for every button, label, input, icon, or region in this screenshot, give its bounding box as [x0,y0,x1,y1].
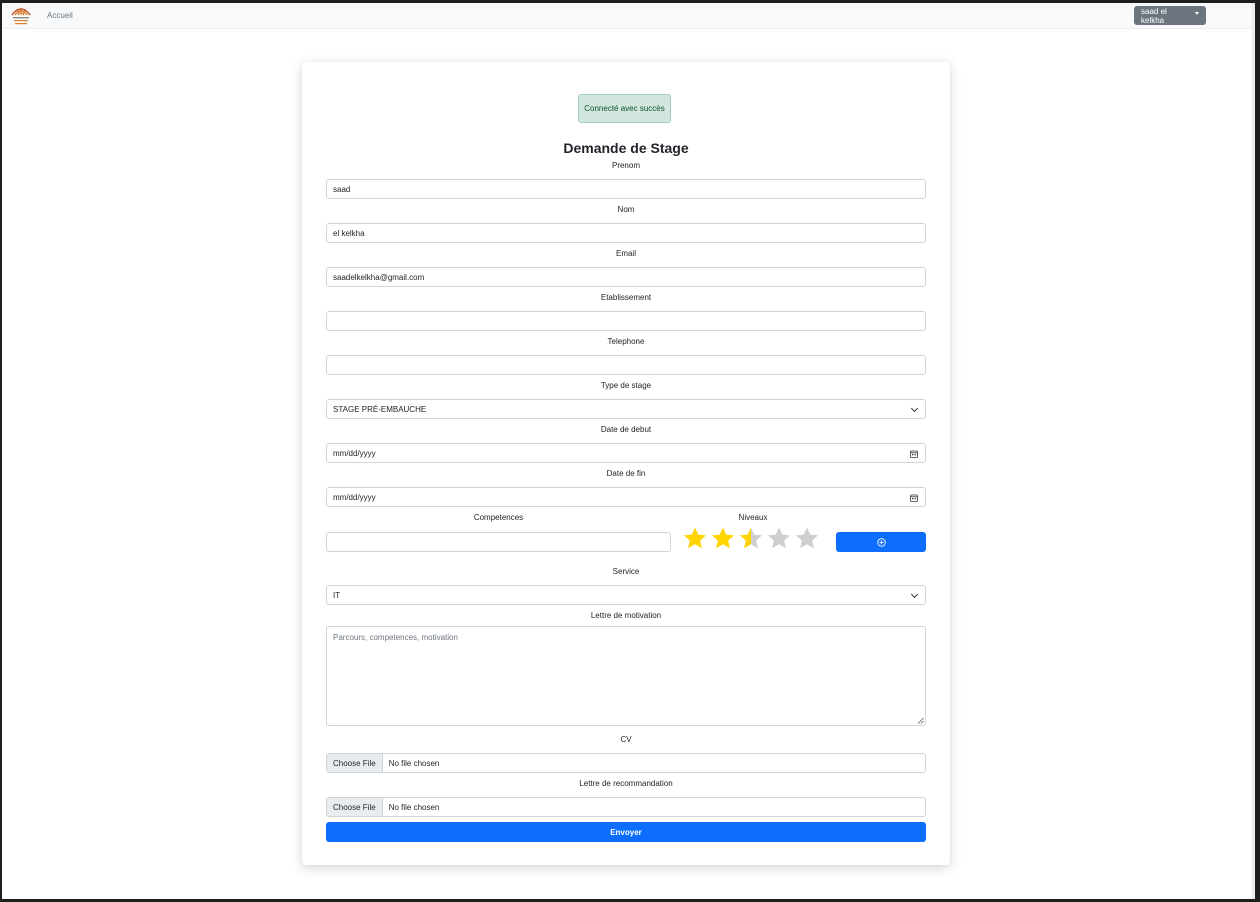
add-competence-button[interactable] [836,532,926,552]
calendar-icon[interactable] [910,494,918,502]
user-menu-label: saad el kelkha [1141,6,1167,25]
nav-link-accueil[interactable]: Accueil [47,11,73,20]
prenom-label: Prenom [611,161,640,170]
star-icon[interactable] [682,526,708,552]
niveaux-label: Niveaux [738,513,768,522]
date-debut-label: Date de debut [600,425,652,434]
nom-input[interactable]: el kelkha [326,223,926,243]
user-menu-button[interactable]: saad el kelkha [1134,6,1206,25]
lettre-motivation-placeholder: Parcours, competences, motivation [333,633,458,642]
nom-label: Nom [617,205,635,214]
star-icon[interactable] [794,526,820,552]
cv-label: CV [620,735,632,744]
type-stage-select[interactable]: STAGE PRÉ-EMBAUCHE [326,399,926,419]
telephone-label: Telephone [607,337,645,346]
browser-viewport: Accueil saad el kelkha Connecté avec suc… [2,3,1255,899]
date-debut-placeholder: mm/dd/yyyy [333,448,376,458]
success-alert-text: Connecté avec succès [584,104,665,113]
lettre-recommandation-label: Lettre de recommandation [579,779,673,788]
cv-file-status: No file chosen [388,758,440,768]
date-fin-placeholder: mm/dd/yyyy [333,492,376,502]
prenom-input[interactable]: saad [326,179,926,199]
navbar: Accueil saad el kelkha [2,3,1255,29]
lettre-motivation-label: Lettre de motivation [590,611,662,620]
star-icon[interactable] [710,526,736,552]
success-alert: Connecté avec succès [578,94,671,123]
service-select[interactable]: IT [326,585,926,605]
email-label: Email [615,249,636,258]
cv-file-input[interactable]: Choose File No file chosen [326,753,926,773]
telephone-input[interactable] [326,355,926,375]
company-logo[interactable] [10,4,32,28]
email-input[interactable]: saadelkelkha@gmail.com [326,267,926,287]
cv-choose-file-button[interactable]: Choose File [327,754,383,772]
service-label: Service [612,567,640,576]
star-icon[interactable] [766,526,792,552]
chevron-down-icon [910,590,919,599]
type-stage-label: Type de stage [600,381,652,390]
email-value: saadelkelkha@gmail.com [333,272,425,282]
chevron-down-icon [910,404,919,413]
niveau-star-rating[interactable] [682,526,820,552]
etablissement-label: Etablissement [600,293,652,302]
nom-value: el kelkha [333,228,365,238]
date-debut-input[interactable]: mm/dd/yyyy [326,443,926,463]
lettre-recommandation-file-input[interactable]: Choose File No file chosen [326,797,926,817]
lettre-motivation-textarea[interactable]: Parcours, competences, motivation [326,626,926,726]
page-title: Demande de Stage [563,140,689,156]
calendar-icon[interactable] [910,450,918,458]
type-stage-selected: STAGE PRÉ-EMBAUCHE [333,404,427,414]
prenom-value: saad [333,184,351,194]
date-fin-label: Date de fin [606,469,646,478]
plus-circle-icon [876,537,886,547]
service-selected: IT [333,590,341,600]
lettre-recommandation-file-status: No file chosen [388,802,440,812]
etablissement-input[interactable] [326,311,926,331]
lettre-recommandation-choose-file-button[interactable]: Choose File [327,798,383,816]
date-fin-input[interactable]: mm/dd/yyyy [326,487,926,507]
competences-input[interactable] [326,532,671,552]
star-icon[interactable] [738,526,764,552]
competences-label: Competences [473,513,524,522]
submit-button[interactable]: Envoyer [326,822,926,842]
resize-handle-icon[interactable] [917,717,924,724]
caret-down-icon [1195,12,1199,15]
internship-form-card: Connecté avec succès Demande de Stage Pr… [302,62,950,865]
page-scrollbar[interactable] [1252,3,1255,899]
